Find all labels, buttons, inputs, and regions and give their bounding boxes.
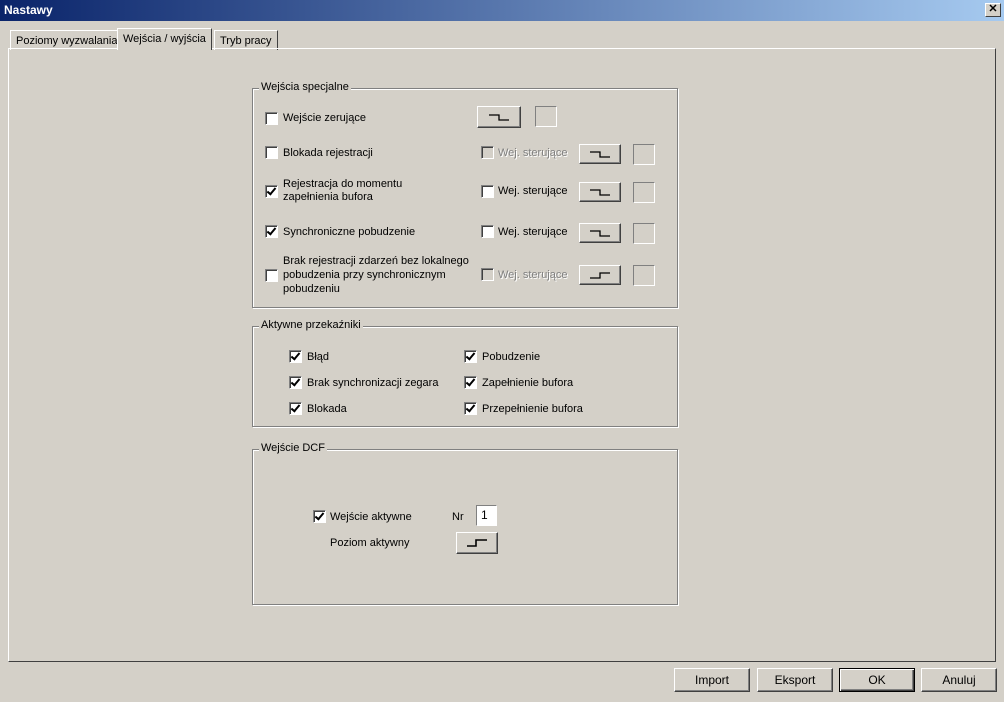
rising-edge-icon (467, 539, 487, 547)
reset-input-value-box[interactable] (535, 106, 557, 127)
group-title: Aktywne przekaźniki (259, 319, 363, 331)
group-title: Wejścia specjalne (259, 81, 351, 93)
register-until-full-checkbox[interactable] (265, 185, 278, 198)
register-until-full-label-line2: zapełnienia bufora (283, 191, 373, 203)
dcf-level-edge-button[interactable] (456, 532, 498, 554)
import-button[interactable]: Import (674, 668, 750, 692)
no-local-pickup-control-checkbox[interactable] (481, 268, 494, 281)
synchronous-pickup-control-label: Wej. sterujące (498, 226, 568, 238)
falling-edge-icon (590, 151, 610, 158)
relay-pickup-checkbox[interactable] (464, 350, 477, 363)
reset-input-label: Wejście zerujące (283, 112, 366, 124)
reset-input-checkbox[interactable] (265, 112, 278, 125)
title-bar: Nastawy ✕ (0, 0, 1004, 21)
no-local-pickup-label-line2: pobudzenia przy synchronicznym (283, 269, 446, 281)
tab-label: Tryb pracy (220, 35, 272, 47)
tab-trigger-levels[interactable]: Poziomy wyzwalania (10, 30, 124, 50)
close-button[interactable]: ✕ (985, 3, 1001, 17)
registration-block-label: Blokada rejestracji (283, 147, 373, 159)
cancel-button[interactable]: Anuluj (921, 668, 997, 692)
synchronous-pickup-value-box[interactable] (633, 223, 655, 244)
registration-block-checkbox[interactable] (265, 146, 278, 159)
registration-block-control-label: Wej. sterujące (498, 147, 568, 159)
dcf-level-label: Poziom aktywny (330, 537, 410, 549)
group-title: Wejście DCF (259, 442, 327, 454)
relay-error-checkbox[interactable] (289, 350, 302, 363)
dcf-nr-value: 1 (481, 508, 488, 522)
dcf-input-group: Wejście DCF Wejście aktywne Nr 1 Poziom … (252, 442, 678, 605)
relay-error-label: Błąd (307, 351, 330, 363)
dcf-active-label: Wejście aktywne (330, 511, 412, 523)
close-icon: ✕ (988, 3, 998, 15)
export-label: Eksport (774, 673, 816, 687)
synchronous-pickup-checkbox[interactable] (265, 225, 278, 238)
tab-label: Wejścia / wyjścia (123, 33, 206, 45)
special-inputs-group: Wejścia specjalne Wejście zerujące Bloka… (252, 81, 678, 308)
register-until-full-label-line1: Rejestracja do momentu (283, 178, 403, 190)
registration-block-value-box[interactable] (633, 144, 655, 165)
cancel-label: Anuluj (942, 673, 976, 687)
relay-block-label: Blokada (307, 403, 347, 415)
no-local-pickup-value-box[interactable] (633, 265, 655, 286)
active-relays-group: Aktywne przekaźniki Błąd Pobudzenie Brak… (252, 319, 678, 427)
relay-pickup-label: Pobudzenie (482, 351, 541, 363)
register-until-full-control-checkbox[interactable] (481, 185, 494, 198)
no-local-pickup-registration-checkbox[interactable] (265, 269, 278, 282)
synchronous-pickup-control-checkbox[interactable] (481, 225, 494, 238)
tab-label: Poziomy wyzwalania (16, 35, 118, 47)
registration-block-control-checkbox[interactable] (481, 146, 494, 159)
no-local-pickup-label-line1: Brak rejestracji zdarzeń bez lokalnego (283, 255, 469, 267)
relay-buffer-overflow-label: Przepełnienie bufora (482, 403, 583, 415)
relay-buffer-full-label: Zapełnienie bufora (482, 377, 574, 389)
falling-edge-icon (590, 230, 610, 237)
synchronous-pickup-label: Synchroniczne pobudzenie (283, 226, 416, 238)
rising-edge-icon (590, 272, 610, 279)
registration-block-edge-button[interactable] (579, 144, 621, 164)
tab-operating-mode[interactable]: Tryb pracy (214, 30, 278, 50)
reset-input-edge-button[interactable] (477, 106, 521, 128)
window-title: Nastawy (4, 3, 53, 17)
register-until-full-control-label: Wej. sterujące (498, 185, 568, 197)
dcf-active-checkbox[interactable] (313, 510, 326, 523)
falling-edge-icon (489, 114, 509, 121)
relay-buffer-full-checkbox[interactable] (464, 376, 477, 389)
tab-inputs-outputs[interactable]: Wejścia / wyjścia (117, 28, 212, 50)
dcf-nr-field[interactable]: 1 (476, 505, 497, 526)
dcf-nr-label: Nr (452, 511, 464, 523)
no-local-pickup-control-label: Wej. sterujące (498, 269, 568, 281)
no-local-pickup-label-line3: pobudzeniu (283, 283, 340, 295)
relay-clock-sync-checkbox[interactable] (289, 376, 302, 389)
synchronous-pickup-edge-button[interactable] (579, 223, 621, 243)
ok-button[interactable]: OK (839, 668, 915, 692)
export-button[interactable]: Eksport (757, 668, 833, 692)
falling-edge-icon (590, 189, 610, 196)
register-until-full-value-box[interactable] (633, 182, 655, 203)
register-until-full-edge-button[interactable] (579, 182, 621, 202)
relay-clock-sync-label: Brak synchronizacji zegara (307, 377, 439, 389)
relay-buffer-overflow-checkbox[interactable] (464, 402, 477, 415)
relay-block-checkbox[interactable] (289, 402, 302, 415)
ok-label: OK (868, 673, 886, 687)
no-local-pickup-edge-button[interactable] (579, 265, 621, 285)
import-label: Import (694, 673, 729, 687)
